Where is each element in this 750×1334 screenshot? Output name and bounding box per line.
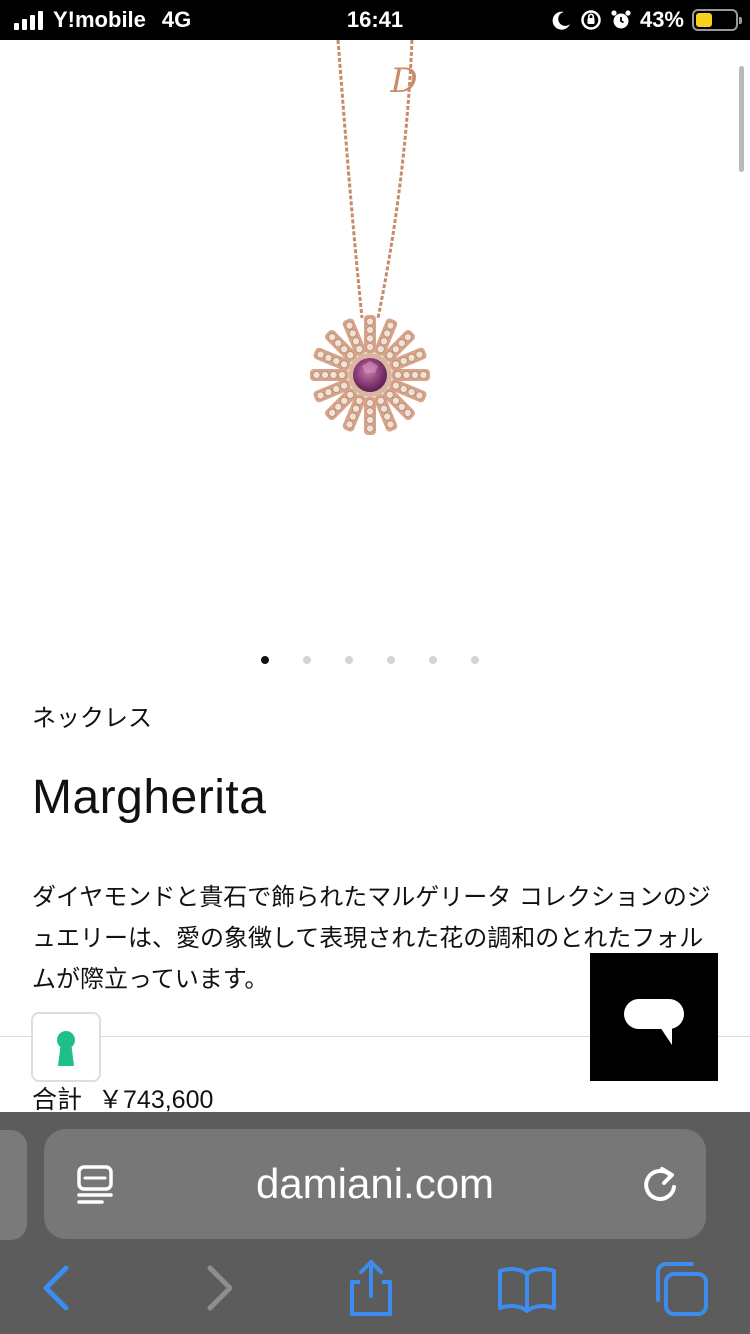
url-text[interactable]: damiani.com <box>44 1129 706 1239</box>
share-icon[interactable] <box>340 1260 402 1316</box>
bookmarks-icon[interactable] <box>496 1260 558 1316</box>
keyhole-icon <box>57 1031 75 1066</box>
store-badge[interactable] <box>31 1012 101 1082</box>
carousel-dot[interactable] <box>261 656 269 664</box>
status-bar: Y!mobile 4G 16:41 43% <box>0 0 750 40</box>
chat-button[interactable] <box>590 953 718 1081</box>
carousel-dot[interactable] <box>303 656 311 664</box>
carousel-dot[interactable] <box>429 656 437 664</box>
carousel-dot[interactable] <box>345 656 353 664</box>
back-icon[interactable] <box>26 1260 88 1316</box>
carousel-dot[interactable] <box>387 656 395 664</box>
orientation-lock-icon <box>581 10 601 30</box>
carousel-dot[interactable] <box>471 656 479 664</box>
carousel-pagination[interactable] <box>0 656 750 668</box>
necklace-image: D <box>310 40 430 435</box>
browser-chrome: damiani.com <box>0 1112 750 1334</box>
total-price: ￥743,600 <box>98 1086 214 1114</box>
product-title: Margherita <box>32 771 267 824</box>
tabs-icon[interactable] <box>650 1260 712 1316</box>
chat-bubble-icon <box>624 999 684 1045</box>
address-bar[interactable]: damiani.com <box>44 1129 706 1239</box>
reload-icon[interactable] <box>640 1163 680 1205</box>
product-category: ネックレス <box>32 704 152 732</box>
battery-percent: 43% <box>639 7 684 32</box>
alarm-icon <box>611 10 631 29</box>
browser-toolbar <box>0 1252 750 1322</box>
battery-icon <box>692 9 742 31</box>
moon-icon <box>552 11 570 30</box>
forward-icon[interactable] <box>188 1260 250 1316</box>
previous-tab[interactable] <box>0 1130 27 1240</box>
svg-text:D: D <box>389 61 417 101</box>
